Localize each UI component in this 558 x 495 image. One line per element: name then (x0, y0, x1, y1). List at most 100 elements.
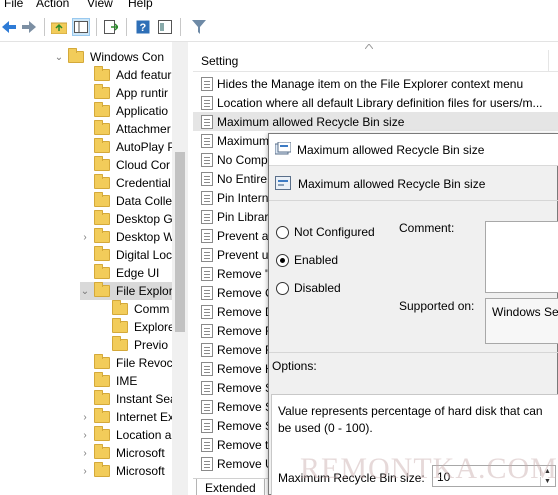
chevron-right-icon[interactable]: › (80, 232, 90, 243)
dialog-title: Maximum allowed Recycle Bin size (297, 143, 485, 157)
folder-icon (94, 210, 110, 225)
folder-icon (112, 336, 128, 351)
properties-icon[interactable] (156, 18, 174, 36)
tree-item[interactable]: Explore (98, 318, 175, 336)
setting-row[interactable]: Maximum allowed Recycle Bin size (193, 112, 558, 131)
setting-row[interactable]: Location where all default Library defin… (193, 93, 558, 112)
policy-setting-icon (201, 209, 213, 224)
forward-icon[interactable] (20, 18, 38, 36)
tree-item[interactable]: Comm (98, 300, 169, 318)
options-label: Options: (272, 359, 317, 373)
folder-icon (94, 372, 110, 387)
setting-label: Remove U (217, 456, 274, 471)
tree-item[interactable]: Add featur (80, 66, 171, 84)
tree-item[interactable]: Credential (80, 174, 171, 192)
tree-item[interactable]: AutoPlay P (80, 138, 175, 156)
radio-not-configured[interactable]: Not Configured (276, 225, 375, 239)
setting-column-header[interactable]: Setting (193, 44, 558, 72)
radio-circle[interactable] (276, 225, 289, 239)
help-icon[interactable]: ? (134, 18, 152, 36)
policy-setting-icon (201, 304, 213, 319)
chevron-down-icon[interactable]: ⌄ (80, 286, 90, 297)
chevron-right-icon[interactable]: › (80, 448, 90, 459)
tree-item[interactable]: › Location a (80, 426, 171, 444)
tree-item[interactable]: App runtir (80, 84, 168, 102)
policy-setting-icon (201, 152, 213, 167)
back-icon[interactable] (0, 18, 18, 36)
policy-setting-icon (201, 437, 213, 452)
policy-setting-icon (201, 190, 213, 205)
tree-item[interactable]: Instant Sea (80, 390, 177, 408)
up-folder-icon[interactable] (50, 18, 68, 36)
policy-setting-icon (201, 266, 213, 281)
setting-label: Remove D (217, 304, 274, 319)
menu-action[interactable]: Action (36, 0, 69, 10)
folder-icon (94, 390, 110, 405)
filter-icon[interactable] (190, 18, 208, 36)
folder-icon (94, 138, 110, 153)
tree-scrollbar[interactable] (172, 42, 188, 495)
section-divider (269, 352, 558, 353)
tree-item[interactable]: Cloud Cor (80, 156, 170, 174)
folder-icon (94, 120, 110, 135)
setting-row[interactable]: Hides the Manage item on the File Explor… (193, 74, 558, 93)
tree-item[interactable]: Applicatio (80, 102, 168, 120)
radio-label: Enabled (294, 253, 339, 267)
tree-item[interactable]: Attachmer (80, 120, 171, 138)
setting-label: Maximum (217, 133, 270, 148)
radio-circle-selected[interactable] (276, 253, 289, 267)
watermark: REMONTKA.COM (300, 452, 558, 485)
tree-item-label: Edge UI (116, 266, 160, 280)
comment-field[interactable] (485, 221, 558, 293)
tree-item[interactable]: Edge UI (80, 264, 159, 282)
radio-disabled[interactable]: Disabled (276, 281, 341, 295)
chevron-right-icon[interactable]: › (80, 412, 90, 423)
policy-icon (275, 142, 291, 155)
tree-item[interactable]: Data Colle (80, 192, 172, 210)
toolbar: ? (0, 12, 558, 42)
folder-icon (94, 426, 110, 441)
chevron-right-icon[interactable]: › (80, 466, 90, 477)
supported-on-label: Supported on: (399, 299, 475, 313)
tree-item[interactable]: › Microsoft (80, 444, 165, 462)
folder-icon (94, 192, 110, 207)
chevron-down-icon[interactable]: ⌄ (54, 52, 64, 63)
dialog-heading: Maximum allowed Recycle Bin size (298, 177, 486, 191)
tree-item[interactable]: › Microsoft (80, 462, 165, 480)
supported-on-field: Windows Ser (485, 298, 558, 344)
setting-label: Hides the Manage item on the File Explor… (217, 76, 524, 91)
tree-item[interactable]: › Desktop W (80, 228, 175, 246)
folder-icon (94, 264, 110, 279)
tree-item[interactable]: › Internet Ex (80, 408, 174, 426)
tree-item[interactable]: IME (80, 372, 137, 390)
show-tree-icon[interactable] (72, 18, 90, 36)
tree-item-label: Comm (134, 302, 170, 316)
radio-circle[interactable] (276, 281, 289, 295)
menu-file[interactable]: File (4, 0, 23, 10)
setting-label: Remove S (217, 418, 274, 433)
chevron-right-icon[interactable]: › (80, 430, 90, 441)
policy-setting-icon (201, 323, 213, 338)
tree-item[interactable]: Previo (98, 336, 168, 354)
tree-item[interactable]: Digital Loc (80, 246, 172, 264)
column-divider[interactable] (548, 50, 549, 72)
tree-item[interactable]: ⌄ File Explor (80, 282, 173, 300)
folder-icon (112, 300, 128, 315)
setting-label: Remove " (217, 266, 270, 281)
policy-setting-icon (201, 456, 213, 471)
menu-view[interactable]: View (87, 0, 113, 10)
radio-label: Disabled (294, 281, 341, 295)
export-list-icon[interactable] (102, 18, 120, 36)
tab-extended[interactable]: Extended (196, 479, 265, 495)
radio-enabled[interactable]: Enabled (276, 253, 338, 267)
tree-item-label: Digital Loc (116, 248, 173, 262)
tree-item[interactable]: File Revoc (80, 354, 173, 372)
menu-help[interactable]: Help (128, 0, 153, 10)
tree-item[interactable]: Desktop G (80, 210, 173, 228)
scrollbar-thumb[interactable] (175, 152, 185, 332)
tree-item-label: AutoPlay P (116, 140, 176, 154)
tree-item-label: Microsoft (116, 464, 165, 478)
tree-item[interactable]: ⌄ Windows Con (54, 48, 164, 66)
policy-setting-icon (201, 380, 213, 395)
tree-item-label: App runtir (116, 86, 169, 100)
